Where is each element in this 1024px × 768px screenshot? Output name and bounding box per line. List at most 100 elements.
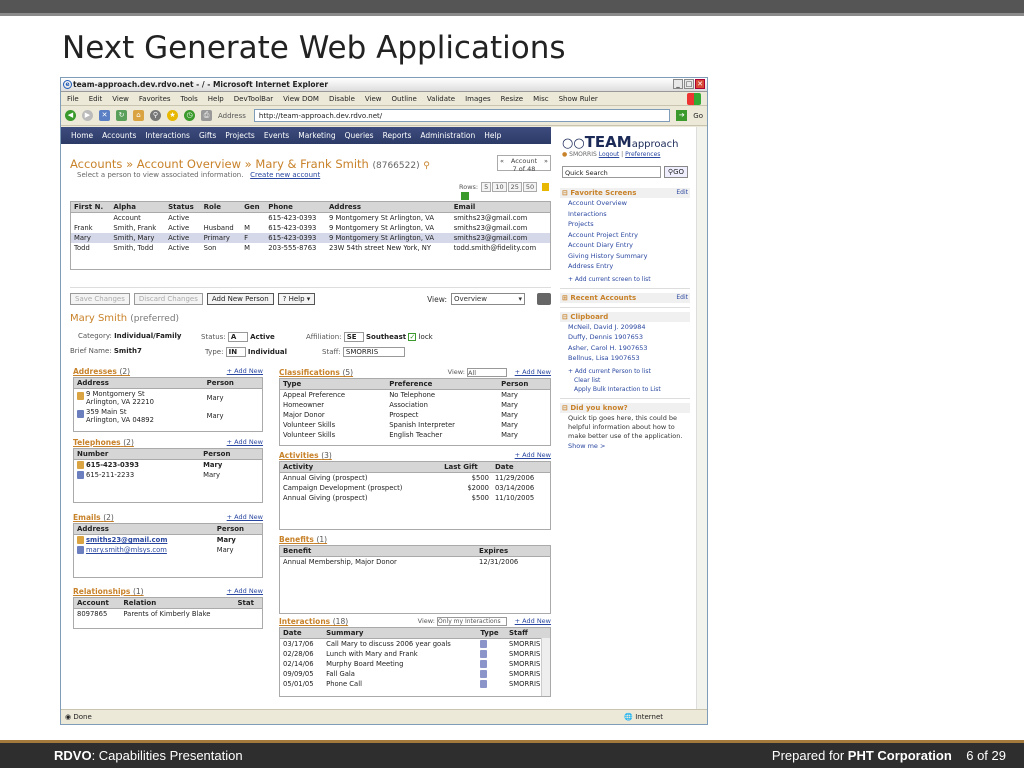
add-activity-link[interactable]: + Add New <box>515 451 551 459</box>
go-arrow-icon[interactable]: ➔ <box>676 110 688 121</box>
interactions-header-3[interactable]: Staff <box>505 628 550 639</box>
telephones-row[interactable]: 615-423-0393 Mary <box>74 460 262 471</box>
favorite-screen-link[interactable]: Account Project Entry <box>560 230 690 241</box>
interactions-header-0[interactable]: Date <box>280 628 324 639</box>
crumb-account-overview[interactable]: Account Overview <box>137 157 241 171</box>
page-scrollbar[interactable] <box>696 127 707 710</box>
emails-title[interactable]: Emails (2) <box>73 513 114 522</box>
relationships-header-0[interactable]: Account <box>74 598 121 609</box>
nav-item-queries[interactable]: Queries <box>345 131 374 140</box>
telephones-header-0[interactable]: Number <box>74 449 201 460</box>
benefits-header-1[interactable]: Expires <box>476 546 550 557</box>
relationships-header-2[interactable]: Stat <box>234 598 262 609</box>
forward-icon[interactable]: ▶ <box>82 110 93 121</box>
view-select[interactable]: Overview ▾ <box>451 293 525 305</box>
addresses-header-0[interactable]: Address <box>74 378 204 389</box>
add-email-link[interactable]: + Add New <box>227 513 263 521</box>
emails-row[interactable]: smiths23@gmail.com Mary <box>74 535 262 546</box>
discard-changes-button[interactable]: Discard Changes <box>133 293 203 305</box>
emails-cell-text[interactable]: mary.smith@mlsys.com <box>86 546 167 554</box>
nav-item-home[interactable]: Home <box>71 131 93 140</box>
clipboard-action-link[interactable]: + Add current Person to list <box>560 367 690 376</box>
activities-header-0[interactable]: Activity <box>280 462 442 473</box>
classifications-row[interactable]: Volunteer Skills English Teacher Mary <box>280 430 550 440</box>
people-header-4[interactable]: Gen <box>241 202 266 213</box>
nav-item-interactions[interactable]: Interactions <box>145 131 190 140</box>
go-button[interactable]: Go <box>693 112 703 120</box>
recent-accounts-edit[interactable]: Edit <box>676 294 688 301</box>
people-header-2[interactable]: Status <box>165 202 201 213</box>
clipboard-action-link[interactable]: Clear list <box>560 376 690 385</box>
quick-search-go-button[interactable]: ⚲GO <box>663 166 688 178</box>
lock-checkbox[interactable]: ✓ <box>408 333 417 341</box>
classifications-view-select[interactable]: All <box>467 368 507 377</box>
people-row[interactable]: Todd Smith, Todd Active Son M 203-555-8763 23W… <box>71 243 550 253</box>
interactions-view-select[interactable]: Only my Interactions <box>437 617 507 626</box>
telephones-row[interactable]: 615-211-2233 Mary <box>74 470 262 480</box>
nav-item-administration[interactable]: Administration <box>420 131 475 140</box>
people-row[interactable]: Account Active 615-423-0393 9 Montgomery St… <box>71 213 550 224</box>
menu-item-6[interactable]: DevToolBar <box>234 95 273 103</box>
people-row[interactable]: Mary Smith, Mary Active Primary F 615-423-039… <box>71 233 550 243</box>
rows-option-25[interactable]: 25 <box>507 182 522 192</box>
interactions-row[interactable]: 05/01/05 Phone Call SMORRIS <box>280 679 550 689</box>
clipboard-item[interactable]: Asher, Carol H. 1907653 <box>560 343 690 354</box>
activities-row[interactable]: Annual Giving (prospect) $500 11/29/2006 <box>280 473 550 484</box>
menu-item-9[interactable]: View <box>365 95 382 103</box>
menu-item-10[interactable]: Outline <box>392 95 417 103</box>
logout-link[interactable]: Logout <box>599 151 620 158</box>
emails-cell-text[interactable]: smiths23@gmail.com <box>86 536 167 544</box>
favorites-icon[interactable]: ★ <box>167 110 178 121</box>
nav-item-projects[interactable]: Projects <box>225 131 255 140</box>
menu-item-3[interactable]: Favorites <box>139 95 171 103</box>
add-address-link[interactable]: + Add New <box>227 367 263 375</box>
menu-item-1[interactable]: Edit <box>89 95 103 103</box>
people-header-3[interactable]: Role <box>200 202 242 213</box>
menu-item-15[interactable]: Show Ruler <box>559 95 598 103</box>
interactions-header-1[interactable]: Summary <box>323 628 478 639</box>
interactions-scrollbar[interactable] <box>541 638 550 696</box>
maximize-button[interactable]: □ <box>684 79 694 89</box>
quick-search-input[interactable]: Quick Search <box>562 166 661 178</box>
export-excel-icon[interactable] <box>461 192 469 200</box>
staff-input[interactable]: SMORRIS <box>342 347 405 357</box>
nav-item-accounts[interactable]: Accounts <box>102 131 136 140</box>
nav-item-gifts[interactable]: Gifts <box>199 131 216 140</box>
menu-item-8[interactable]: Disable <box>329 95 355 103</box>
magnifier-icon[interactable]: ⚲ <box>423 161 430 171</box>
menu-item-2[interactable]: View <box>112 95 129 103</box>
rows-option-5[interactable]: 5 <box>481 182 492 192</box>
activities-row[interactable]: Campaign Development (prospect) $2000 03/1… <box>280 483 550 493</box>
favorite-screen-link[interactable]: Account Overview <box>560 198 690 209</box>
people-row[interactable]: Frank Smith, Frank Active Husband M 615-423-0… <box>71 223 550 233</box>
people-header-1[interactable]: Alpha <box>110 202 166 213</box>
activities-header-1[interactable]: Last Gift <box>441 462 492 473</box>
add-screen-link[interactable]: + Add current screen to list <box>560 272 690 284</box>
favorite-screens-header[interactable]: ⊟ Favorite Screens Edit <box>560 188 690 198</box>
menu-item-5[interactable]: Help <box>208 95 224 103</box>
stop-icon[interactable]: ✕ <box>99 110 110 121</box>
classifications-row[interactable]: Appeal Preference No Telephone Mary <box>280 390 550 401</box>
emails-header-1[interactable]: Person <box>213 524 262 535</box>
benefits-header-0[interactable]: Benefit <box>280 546 477 557</box>
interactions-row[interactable]: 02/28/06 Lunch with Mary and Frank SMORRIS <box>280 649 550 659</box>
refresh-icon[interactable]: ↻ <box>116 110 127 121</box>
nav-item-events[interactable]: Events <box>264 131 289 140</box>
show-me-link[interactable]: Show me > <box>560 442 690 452</box>
add-telephone-link[interactable]: + Add New <box>227 438 263 446</box>
clipboard-item[interactable]: Duffy, Dennis 1907653 <box>560 332 690 343</box>
classifications-row[interactable]: Major Donor Prospect Mary <box>280 410 550 420</box>
clipboard-header[interactable]: ⊟ Clipboard <box>560 311 690 322</box>
menu-item-4[interactable]: Tools <box>181 95 198 103</box>
favorite-screen-link[interactable]: Account Diary Entry <box>560 240 690 251</box>
emails-row[interactable]: mary.smith@mlsys.com Mary <box>74 545 262 555</box>
printer-icon[interactable] <box>537 293 551 305</box>
classifications-header-1[interactable]: Preference <box>386 379 499 390</box>
menu-item-12[interactable]: Images <box>465 95 491 103</box>
interactions-header-2[interactable]: Type <box>477 628 506 639</box>
crumb-accounts[interactable]: Accounts <box>70 157 122 171</box>
close-button[interactable]: ✕ <box>695 79 705 89</box>
account-pager[interactable]: « » Account 7 of 48 <box>497 155 551 173</box>
people-header-0[interactable]: First N. <box>71 202 111 213</box>
interactions-row[interactable]: 03/17/06 Call Mary to discuss 2006 year g… <box>280 639 550 650</box>
